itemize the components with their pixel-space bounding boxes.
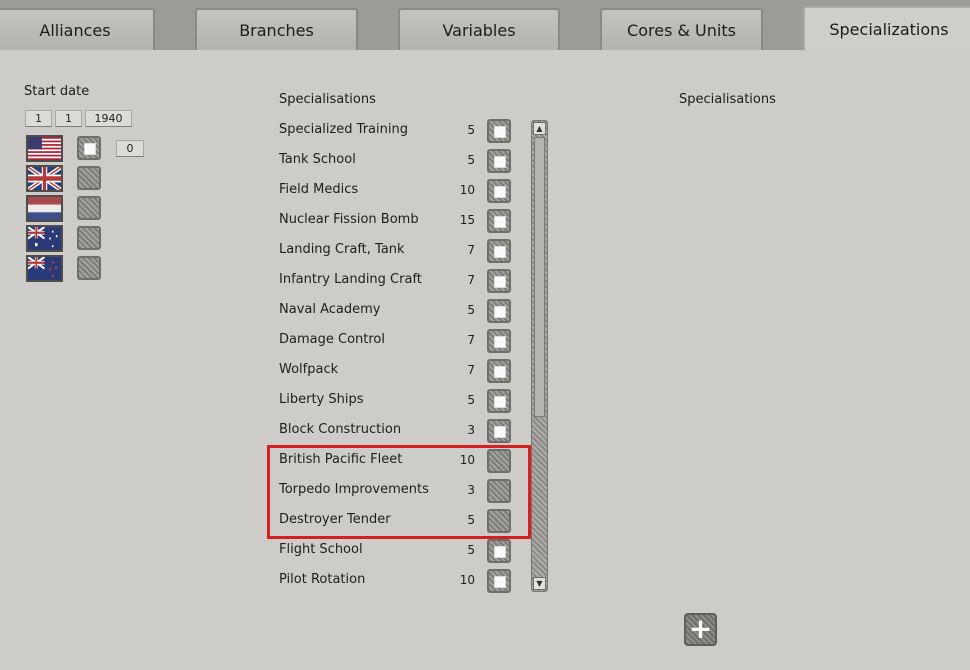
spec-cost-british-pacific-fleet: 10 <box>459 453 475 467</box>
spec-checkbox-british-pacific-fleet[interactable] <box>487 449 511 473</box>
spec-checkbox-pilot-rotation[interactable] <box>487 569 511 593</box>
tab-variables[interactable]: Variables <box>398 8 560 50</box>
tab-alliances[interactable]: Alliances <box>0 8 155 50</box>
spec-cost-naval-academy: 5 <box>467 303 475 317</box>
spec-cost-specialized-training: 5 <box>467 123 475 137</box>
spec-checkbox-destroyer-tender[interactable] <box>487 509 511 533</box>
start-date-month[interactable]: 1 <box>55 110 82 127</box>
spec-name-torpedo-improvements: Torpedo Improvements <box>279 482 429 497</box>
spec-checkbox-wolfpack[interactable] <box>487 359 511 383</box>
spec-name-damage-control: Damage Control <box>279 332 385 347</box>
spec-checkbox-block-construction[interactable] <box>487 419 511 443</box>
tab-cores-units[interactable]: Cores & Units <box>600 8 763 50</box>
spec-cost-block-construction: 3 <box>467 423 475 437</box>
spec-name-flight-school: Flight School <box>279 542 363 557</box>
spec-checkbox-specialized-training[interactable] <box>487 119 511 143</box>
spec-name-block-construction: Block Construction <box>279 422 402 437</box>
tab-bar: Alliances Branches Variables Cores & Uni… <box>0 0 970 50</box>
spec-name-destroyer-tender: Destroyer Tender <box>279 512 391 527</box>
spec-name-landing-craft-tank: Landing Craft, Tank <box>279 242 405 257</box>
scroll-up-icon[interactable]: ▲ <box>533 122 546 135</box>
spec-checkbox-liberty-ships[interactable] <box>487 389 511 413</box>
specialisations-header-right: Specialisations <box>679 92 776 107</box>
spec-name-pilot-rotation: Pilot Rotation <box>279 572 366 587</box>
spec-name-tank-school: Tank School <box>279 152 356 167</box>
spec-cost-wolfpack: 7 <box>467 363 475 377</box>
spec-name-specialized-training: Specialized Training <box>279 122 408 137</box>
spec-checkbox-naval-academy[interactable] <box>487 299 511 323</box>
spec-cost-field-medics: 10 <box>459 183 475 197</box>
spec-cost-landing-craft-tank: 7 <box>467 243 475 257</box>
nation-checkbox-usa[interactable] <box>77 136 101 160</box>
spec-cost-pilot-rotation: 10 <box>459 573 475 587</box>
spec-checkbox-landing-craft-tank[interactable] <box>487 239 511 263</box>
spec-name-british-pacific-fleet: British Pacific Fleet <box>279 452 403 467</box>
usa-flag-icon[interactable] <box>26 135 63 162</box>
australia-flag-icon[interactable] <box>26 225 63 252</box>
scroll-down-icon[interactable]: ▼ <box>533 577 546 590</box>
tab-specializations[interactable]: Specializations <box>803 6 970 50</box>
spec-cost-destroyer-tender: 5 <box>467 513 475 527</box>
start-date-year[interactable]: 1940 <box>85 110 132 127</box>
spec-checkbox-flight-school[interactable] <box>487 539 511 563</box>
spec-name-nuclear-fission-bomb: Nuclear Fission Bomb <box>279 212 419 227</box>
specialisations-header-left: Specialisations <box>279 92 376 107</box>
nation-checkbox-new-zealand[interactable] <box>77 256 101 280</box>
spec-name-naval-academy: Naval Academy <box>279 302 381 317</box>
spec-cost-torpedo-improvements: 3 <box>467 483 475 497</box>
spec-checkbox-infantry-landing-craft[interactable] <box>487 269 511 293</box>
spec-checkbox-tank-school[interactable] <box>487 149 511 173</box>
spec-cost-flight-school: 5 <box>467 543 475 557</box>
spec-checkbox-torpedo-improvements[interactable] <box>487 479 511 503</box>
spec-name-field-medics: Field Medics <box>279 182 359 197</box>
spec-checkbox-damage-control[interactable] <box>487 329 511 353</box>
add-specialisation-button[interactable]: + <box>684 613 717 646</box>
new-zealand-flag-icon[interactable] <box>26 255 63 282</box>
scroll-thumb[interactable] <box>534 137 545 417</box>
uk-flag-icon[interactable] <box>26 165 63 192</box>
spec-checkbox-nuclear-fission-bomb[interactable] <box>487 209 511 233</box>
spec-cost-tank-school: 5 <box>467 153 475 167</box>
start-date-day[interactable]: 1 <box>25 110 52 127</box>
spec-name-liberty-ships: Liberty Ships <box>279 392 364 407</box>
nation-checkbox-uk[interactable] <box>77 166 101 190</box>
start-date-label: Start date <box>24 84 90 99</box>
spec-checkbox-field-medics[interactable] <box>487 179 511 203</box>
spec-cost-damage-control: 7 <box>467 333 475 347</box>
spec-cost-nuclear-fission-bomb: 15 <box>459 213 475 227</box>
tab-branches[interactable]: Branches <box>195 8 358 50</box>
nation-count-field[interactable]: 0 <box>116 140 144 157</box>
spec-name-infantry-landing-craft: Infantry Landing Craft <box>279 272 422 287</box>
spec-name-wolfpack: Wolfpack <box>279 362 339 377</box>
spec-cost-liberty-ships: 5 <box>467 393 475 407</box>
spec-cost-infantry-landing-craft: 7 <box>467 273 475 287</box>
nation-checkbox-australia[interactable] <box>77 226 101 250</box>
netherlands-flag-icon[interactable] <box>26 195 63 222</box>
nation-checkbox-netherlands[interactable] <box>77 196 101 220</box>
specializations-panel <box>0 50 970 670</box>
specialisations-scrollbar[interactable]: ▲ ▼ <box>531 120 548 592</box>
